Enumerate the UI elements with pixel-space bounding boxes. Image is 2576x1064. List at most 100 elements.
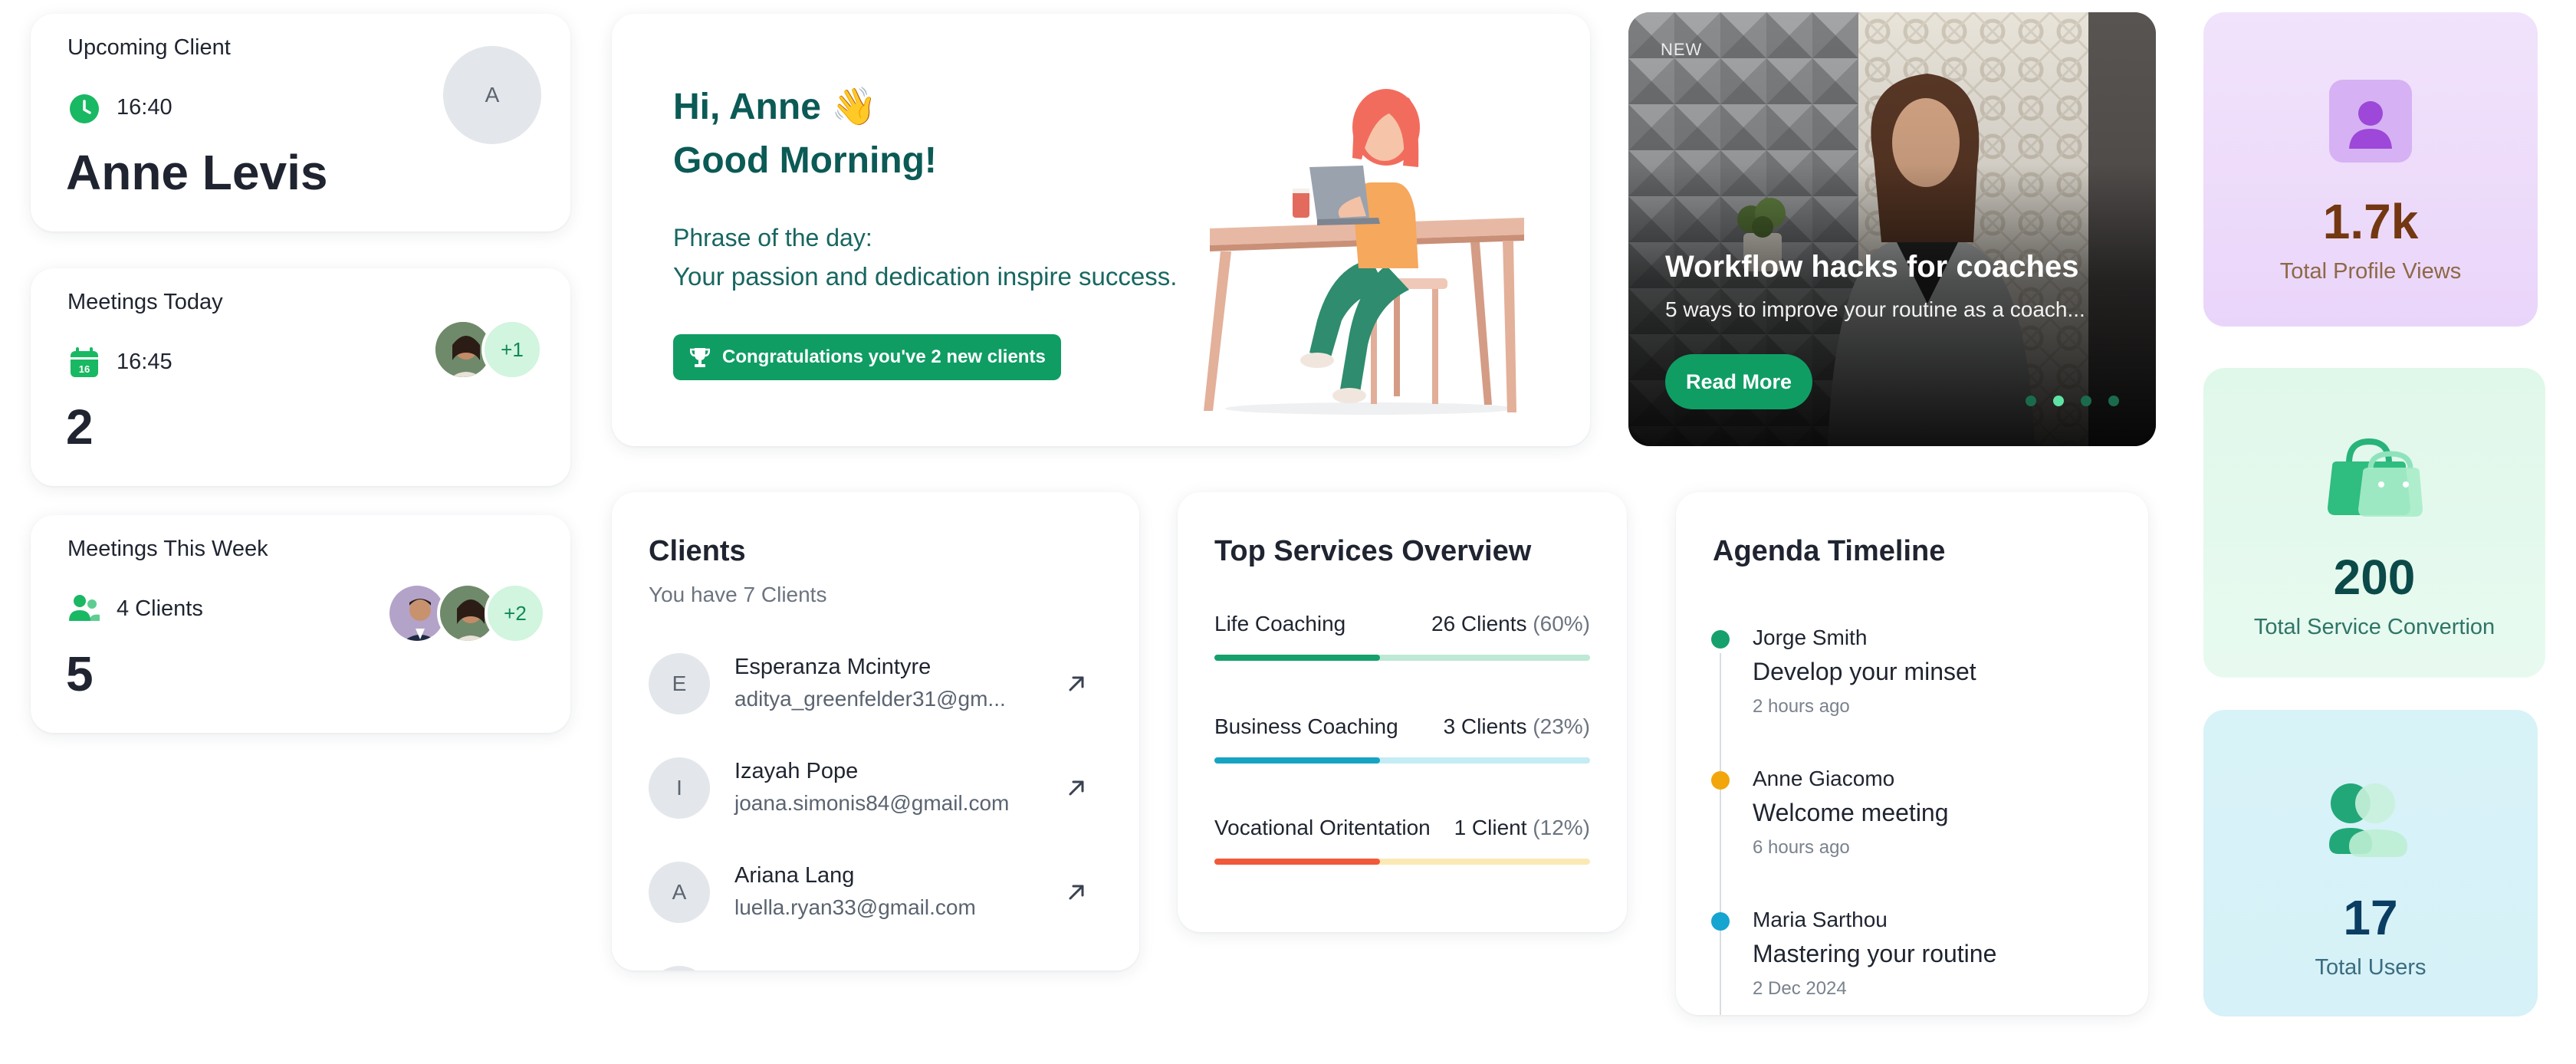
svg-text:16: 16 bbox=[79, 363, 90, 375]
user-icon bbox=[2329, 80, 2412, 163]
meetings-week-label: Meetings This Week bbox=[67, 537, 268, 561]
clients-subtitle: You have 7 Clients bbox=[649, 583, 827, 606]
client-avatar: A bbox=[649, 862, 710, 923]
carousel-dot[interactable] bbox=[2108, 396, 2119, 406]
shopping-bag-icon bbox=[2328, 438, 2423, 517]
list-item[interactable]: I Izayah Pope joana.simonis84@gmail.com bbox=[649, 757, 1102, 820]
promo-title: Workflow hacks for coaches bbox=[1665, 250, 2079, 284]
arrow-up-right-icon[interactable] bbox=[1063, 774, 1090, 802]
avatar: A bbox=[443, 46, 541, 144]
agenda-time: 2 hours ago bbox=[1753, 696, 1850, 717]
service-count-value: 1 Client bbox=[1454, 816, 1527, 839]
read-more-button[interactable]: Read More bbox=[1665, 354, 1812, 409]
agenda-event: Mastering your routine bbox=[1753, 940, 1997, 967]
more-clients-badge: +2 bbox=[485, 583, 546, 644]
service-row: Vocational Oritentation 1 Client (12%) bbox=[1178, 816, 1627, 877]
greeting-morning: Good Morning! bbox=[673, 140, 937, 181]
agenda-event: Develop your minset bbox=[1753, 658, 1976, 685]
client-email: aditya_greenfelder31@gm... bbox=[734, 687, 1006, 711]
timeline-dot bbox=[1711, 630, 1730, 649]
illustration-woman-at-desk bbox=[1204, 89, 1524, 415]
profile-views-value: 1.7k bbox=[2322, 194, 2419, 249]
service-row: Business Coaching 3 Clients (23%) bbox=[1178, 714, 1627, 776]
client-name: Esperanza Mcintyre bbox=[734, 655, 932, 679]
arrow-up-right-icon[interactable] bbox=[1063, 670, 1090, 698]
carousel-dot[interactable] bbox=[2081, 396, 2091, 406]
meetings-week-card[interactable]: Meetings This Week 4 Clients 5 +2 bbox=[31, 515, 570, 733]
trophy-icon bbox=[690, 348, 710, 367]
clients-card: Clients You have 7 Clients E Esperanza M… bbox=[612, 492, 1139, 970]
timeline-item[interactable]: Anne Giacomo Welcome meeting 6 hours ago bbox=[1707, 764, 2121, 878]
meetings-today-count: 2 bbox=[66, 399, 94, 455]
timeline-item[interactable]: Jorge Smith Develop your minset 2 hours … bbox=[1707, 622, 2121, 737]
service-count-value: 3 Clients bbox=[1443, 714, 1527, 738]
agenda-timeline-card: Agenda Timeline Jorge Smith Develop your… bbox=[1676, 492, 2148, 1015]
timeline-dot bbox=[1711, 912, 1730, 931]
client-email: joana.simonis84@gmail.com bbox=[734, 791, 1010, 815]
promo-tag: NEW bbox=[1661, 40, 1703, 59]
clock-icon bbox=[70, 94, 99, 123]
progress-fill bbox=[1214, 757, 1380, 764]
client-email: luella.ryan33@gmail.com bbox=[734, 895, 976, 919]
read-more-label: Read More bbox=[1685, 369, 1792, 393]
greeting-hi: Hi, Anne 👋 bbox=[673, 87, 877, 127]
carousel-dots bbox=[2026, 396, 2119, 406]
meetings-today-card[interactable]: Meetings Today 16 16:45 2 +1 bbox=[31, 268, 570, 486]
profile-views-label: Total Profile Views bbox=[2279, 259, 2462, 284]
service-row: Life Coaching 26 Clients (60%) bbox=[1178, 612, 1627, 673]
agenda-person: Anne Giacomo bbox=[1753, 767, 1895, 790]
new-clients-badge[interactable]: Congratulations you've 2 new clients bbox=[673, 334, 1061, 380]
service-conversion-label: Total Service Convertion bbox=[2253, 615, 2496, 639]
upcoming-client-card[interactable]: Upcoming Client 16:40 Anne Levis A bbox=[31, 14, 570, 232]
total-users-value: 17 bbox=[2343, 890, 2398, 945]
clients-title: Clients bbox=[649, 535, 746, 567]
client-name: Ariana Lang bbox=[734, 863, 855, 888]
total-users-label: Total Users bbox=[2315, 955, 2426, 980]
profile-views-card: 1.7k Total Profile Views bbox=[2203, 12, 2538, 327]
promo-subtitle: 5 ways to improve your routine as a coac… bbox=[1665, 297, 2085, 321]
agenda-person: Maria Sarthou bbox=[1753, 908, 1888, 931]
client-avatar: E bbox=[649, 653, 710, 714]
phrase-text: Your passion and dedication inspire succ… bbox=[673, 262, 1178, 291]
upcoming-client-time: 16:40 bbox=[117, 95, 172, 120]
service-name: Business Coaching bbox=[1214, 714, 1398, 738]
total-users-card: 17 Total Users bbox=[2203, 710, 2538, 1016]
service-percent: (60%) bbox=[1533, 612, 1590, 635]
meetings-week-count: 5 bbox=[66, 646, 94, 701]
arrow-up-right-icon[interactable] bbox=[1063, 878, 1090, 906]
upcoming-client-name: Anne Levis bbox=[66, 145, 328, 200]
list-item-partial-avatar bbox=[649, 966, 710, 970]
service-percent: (23%) bbox=[1533, 714, 1590, 738]
service-conversion-value: 200 bbox=[2333, 550, 2416, 605]
upcoming-client-label: Upcoming Client bbox=[67, 35, 231, 60]
more-clients-badge: +1 bbox=[481, 319, 543, 380]
service-count: 26 Clients (60%) bbox=[1431, 612, 1590, 636]
services-title: Top Services Overview bbox=[1214, 535, 1532, 567]
service-name: Life Coaching bbox=[1214, 612, 1346, 635]
meetings-today-label: Meetings Today bbox=[67, 290, 223, 314]
progress-fill bbox=[1214, 655, 1380, 661]
agenda-title: Agenda Timeline bbox=[1713, 535, 1946, 567]
service-name: Vocational Oritentation bbox=[1214, 816, 1431, 839]
users-icon bbox=[69, 595, 100, 621]
list-item[interactable]: E Esperanza Mcintyre aditya_greenfelder3… bbox=[649, 653, 1102, 716]
top-services-card: Top Services Overview Life Coaching 26 C… bbox=[1178, 492, 1627, 932]
agenda-time: 6 hours ago bbox=[1753, 837, 1850, 858]
carousel-dot-active[interactable] bbox=[2053, 396, 2064, 406]
greeting-card: Hi, Anne 👋 Good Morning! Phrase of the d… bbox=[612, 14, 1590, 446]
service-count-value: 26 Clients bbox=[1431, 612, 1527, 635]
promo-card[interactable]: NEW Workflow hacks for coaches 5 ways to… bbox=[1628, 12, 2156, 446]
service-count: 3 Clients (23%) bbox=[1444, 714, 1590, 739]
agenda-person: Jorge Smith bbox=[1753, 626, 1868, 649]
users-group-icon bbox=[2329, 783, 2407, 857]
list-item[interactable]: A Ariana Lang luella.ryan33@gmail.com bbox=[649, 862, 1102, 924]
service-percent: (12%) bbox=[1533, 816, 1590, 839]
timeline-item[interactable]: Maria Sarthou Mastering your routine 2 D… bbox=[1707, 905, 2121, 1015]
phrase-label: Phrase of the day: bbox=[673, 224, 872, 251]
agenda-time: 2 Dec 2024 bbox=[1753, 978, 1847, 999]
client-avatar: I bbox=[649, 757, 710, 819]
calendar-icon: 16 bbox=[71, 347, 98, 377]
service-count: 1 Client (12%) bbox=[1454, 816, 1590, 840]
carousel-dot[interactable] bbox=[2026, 396, 2036, 406]
timeline-dot bbox=[1711, 771, 1730, 790]
